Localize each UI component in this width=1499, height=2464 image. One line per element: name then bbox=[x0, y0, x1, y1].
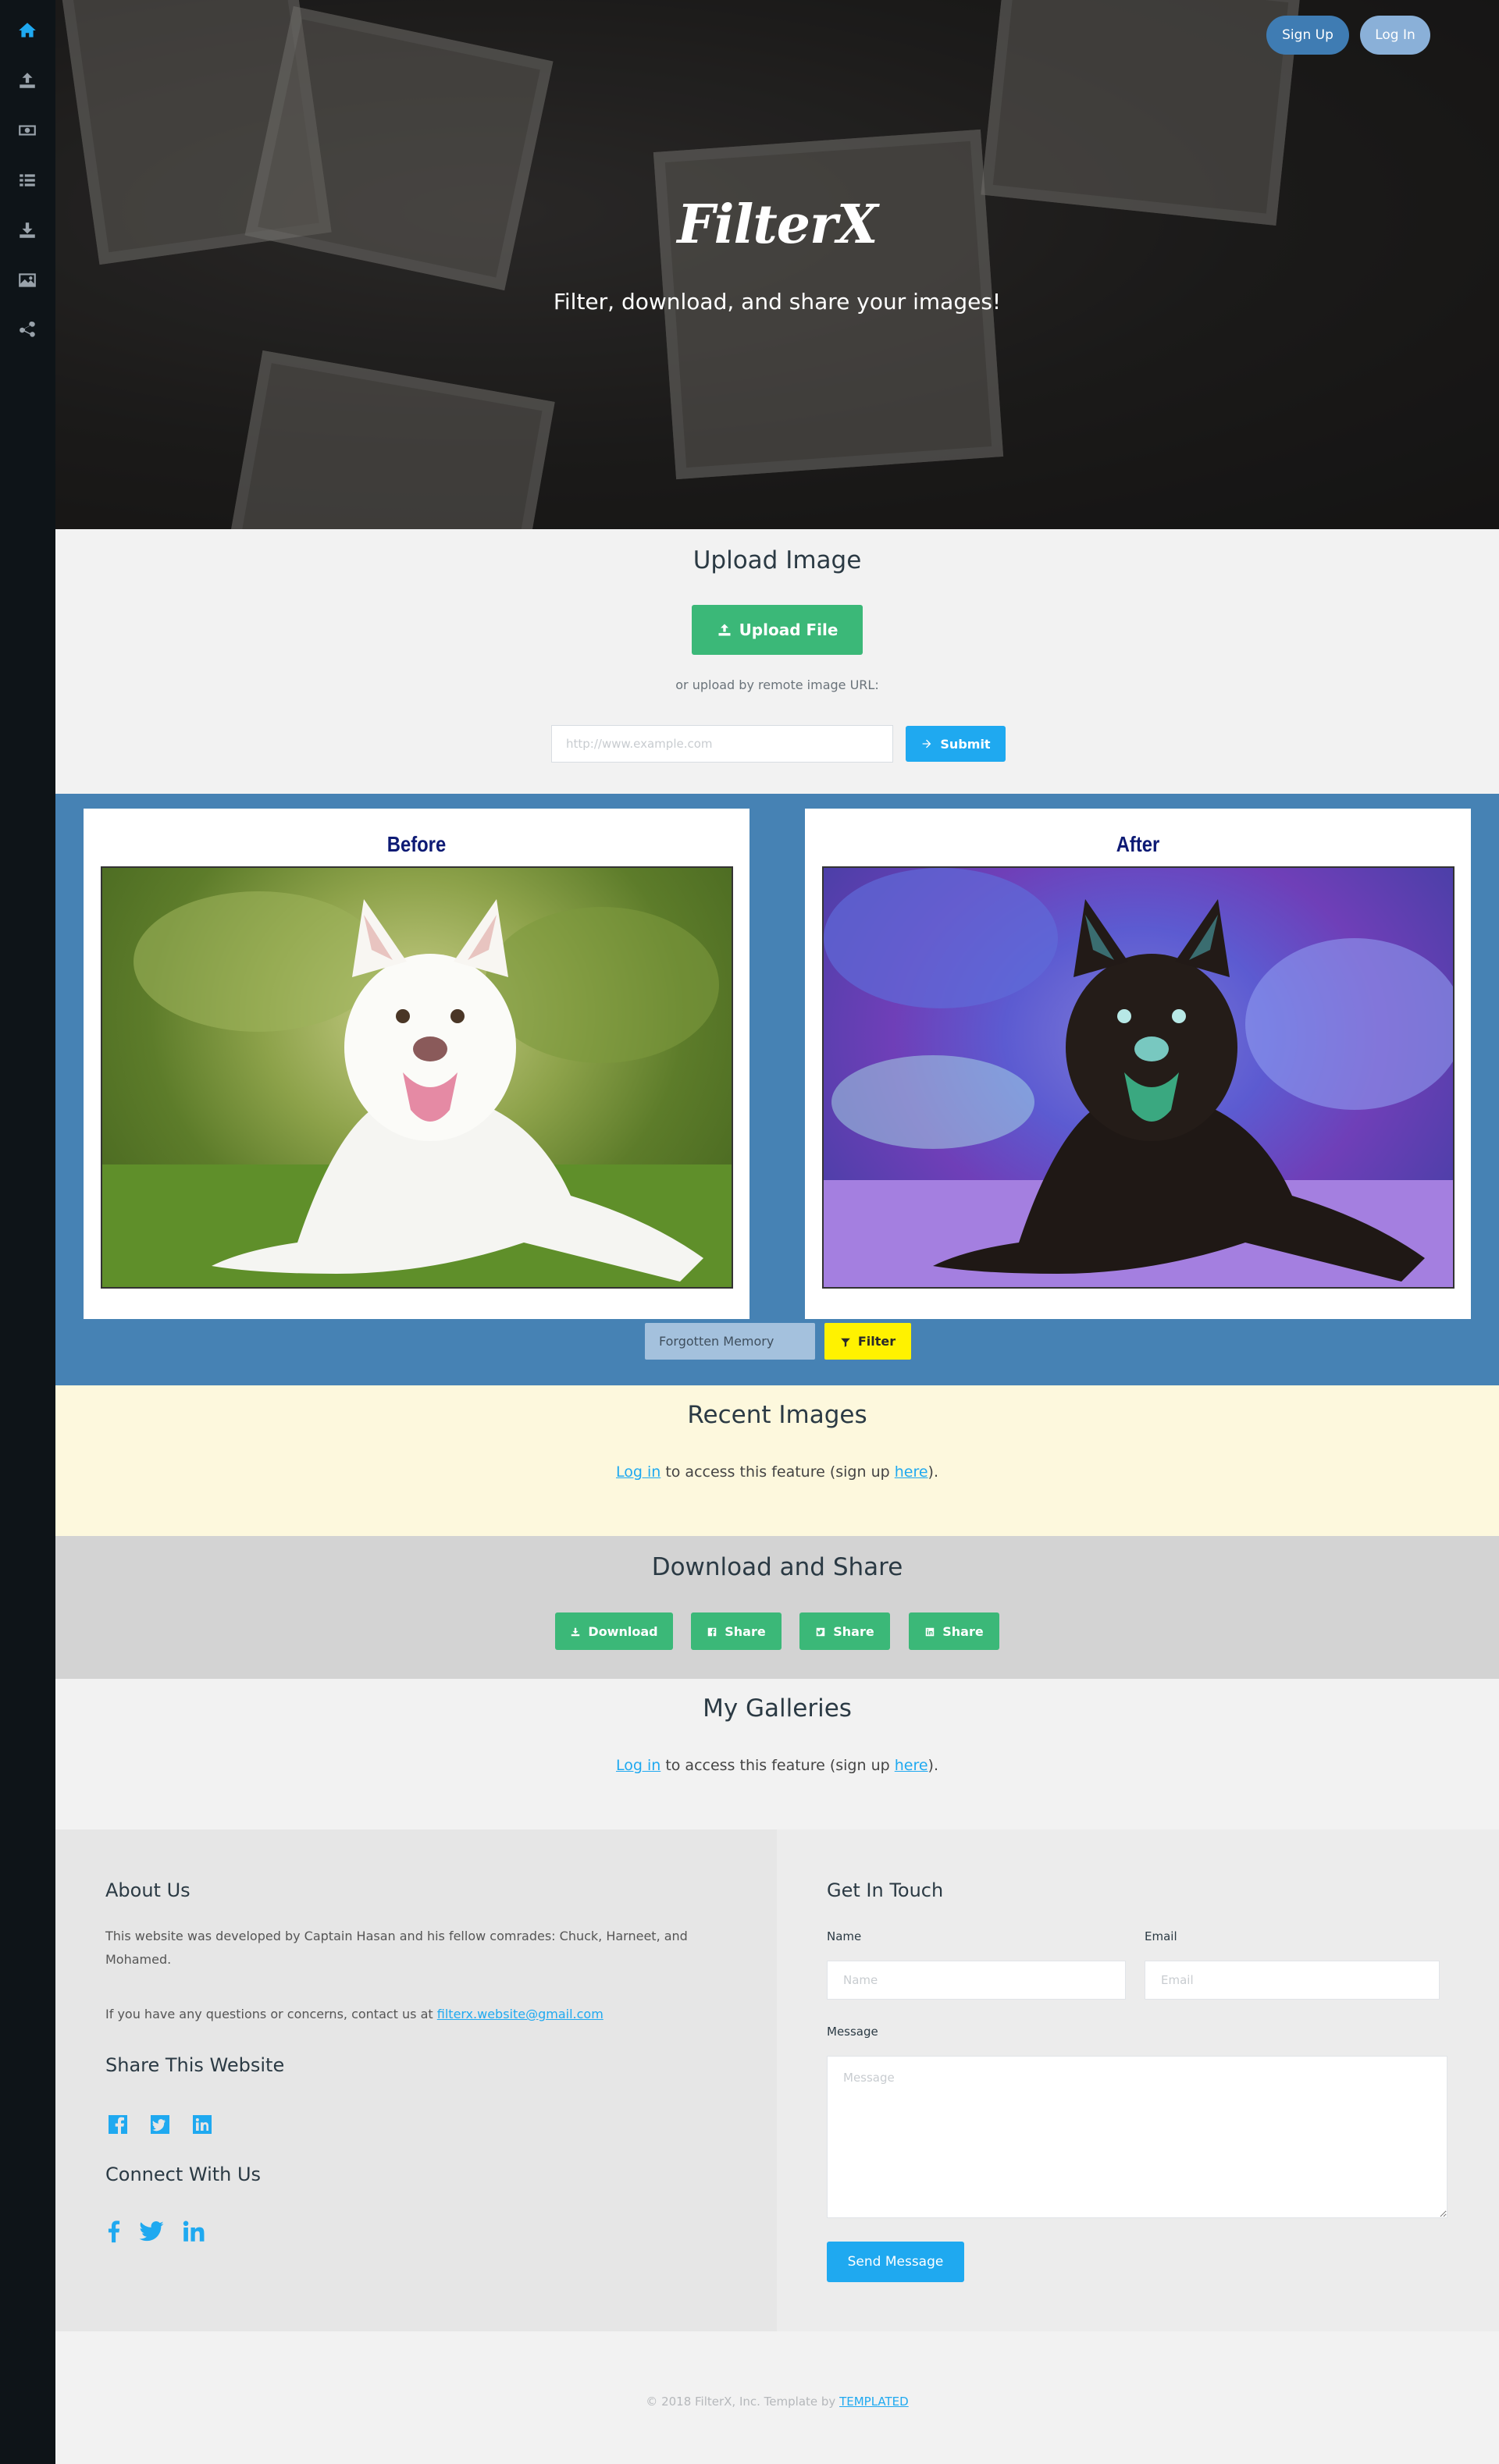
recent-login-link[interactable]: Log in bbox=[616, 1463, 660, 1481]
upload-title: Upload Image bbox=[693, 546, 862, 574]
contact-email-link[interactable]: filterx.website@gmail.com bbox=[437, 2007, 604, 2021]
after-card: After bbox=[805, 809, 1471, 1319]
sidebar bbox=[0, 0, 55, 2464]
after-label: After bbox=[1116, 832, 1160, 856]
filter-button[interactable]: Filter bbox=[824, 1323, 911, 1360]
home-icon[interactable] bbox=[16, 19, 39, 42]
after-image bbox=[822, 866, 1454, 1289]
about-text: This website was developed by Captain Ha… bbox=[105, 1929, 688, 1967]
linkedin-square-icon[interactable] bbox=[190, 2112, 215, 2137]
before-label: Before bbox=[386, 832, 447, 856]
recent-text-end: ). bbox=[928, 1463, 938, 1481]
recent-login-text: Log in to access this feature (sign up h… bbox=[55, 1463, 1499, 1481]
email-input[interactable] bbox=[1145, 1961, 1440, 2000]
templated-link[interactable]: TEMPLATED bbox=[839, 2395, 909, 2409]
hero-subtitle: Filter, download, and share your images! bbox=[553, 289, 1002, 315]
login-button[interactable]: Log In bbox=[1360, 16, 1430, 55]
name-label: Name bbox=[827, 1929, 862, 1943]
facebook-square-icon[interactable] bbox=[105, 2112, 130, 2137]
before-image bbox=[101, 866, 733, 1289]
upload-icon bbox=[717, 622, 732, 638]
url-input[interactable] bbox=[551, 725, 893, 763]
twitter-square-icon[interactable] bbox=[148, 2112, 173, 2137]
filter-section: Before After Forgotten Memory Filter bbox=[55, 794, 1499, 1385]
submit-button[interactable]: Submit bbox=[906, 726, 1006, 762]
contact-prefix: If you have any questions or concerns, c… bbox=[105, 2007, 437, 2021]
upload-note: or upload by remote image URL: bbox=[675, 677, 879, 692]
galleries-text-end: ). bbox=[928, 1757, 938, 1774]
footer-contact: Get In Touch Name Email Message Send Mes… bbox=[777, 1829, 1499, 2331]
download-share-section: Download and Share Download Share Share … bbox=[55, 1536, 1499, 1679]
footer-about: About Us This website was developed by C… bbox=[55, 1829, 777, 2331]
money-icon[interactable] bbox=[16, 119, 39, 142]
twitter-square-icon bbox=[815, 1626, 826, 1637]
my-galleries-section: My Galleries Log in to access this featu… bbox=[55, 1679, 1499, 1829]
galleries-text-middle: to access this feature (sign up bbox=[660, 1757, 895, 1774]
site-logo-title: FilterX bbox=[677, 194, 878, 256]
upload-section: Upload Image Upload File or upload by re… bbox=[55, 529, 1499, 794]
facebook-icon[interactable] bbox=[101, 2218, 127, 2245]
facebook-square-icon bbox=[707, 1626, 717, 1637]
send-message-button[interactable]: Send Message bbox=[827, 2242, 964, 2282]
name-input[interactable] bbox=[827, 1961, 1126, 2000]
filter-select[interactable]: Forgotten Memory bbox=[645, 1323, 815, 1360]
galleries-title: My Galleries bbox=[703, 1694, 852, 1723]
filter-button-label: Filter bbox=[857, 1334, 896, 1349]
recent-title: Recent Images bbox=[687, 1401, 867, 1429]
message-textarea[interactable] bbox=[827, 2056, 1447, 2218]
share-label: Share bbox=[833, 1623, 874, 1639]
linkedin-share-button[interactable]: Share bbox=[909, 1612, 999, 1650]
funnel-icon bbox=[840, 1336, 851, 1347]
galleries-login-text: Log in to access this feature (sign up h… bbox=[55, 1757, 1499, 1774]
before-card: Before bbox=[84, 809, 750, 1319]
upload-file-label: Upload File bbox=[739, 620, 839, 639]
copyright-prefix: © 2018 FilterX, Inc. Template by bbox=[646, 2395, 840, 2409]
share-label: Share bbox=[942, 1623, 984, 1639]
hero-overlay bbox=[55, 0, 1499, 529]
download-label: Download bbox=[588, 1623, 658, 1639]
arrow-right-icon bbox=[920, 738, 933, 750]
contact-text: If you have any questions or concerns, c… bbox=[105, 2003, 707, 2026]
twitter-icon[interactable] bbox=[138, 2218, 165, 2245]
download-icon[interactable] bbox=[16, 219, 39, 242]
list-icon[interactable] bbox=[16, 169, 39, 192]
recent-text-middle: to access this feature (sign up bbox=[660, 1463, 895, 1481]
upload-file-button[interactable]: Upload File bbox=[692, 605, 863, 655]
recent-images-section: Recent Images Log in to access this feat… bbox=[55, 1385, 1499, 1536]
copyright-text: © 2018 FilterX, Inc. Template by TEMPLAT… bbox=[55, 2395, 1499, 2409]
galleries-signup-link[interactable]: here bbox=[895, 1757, 928, 1774]
email-label: Email bbox=[1145, 1929, 1177, 1943]
galleries-login-link[interactable]: Log in bbox=[616, 1757, 660, 1774]
recent-signup-link[interactable]: here bbox=[895, 1463, 928, 1481]
touch-heading: Get In Touch bbox=[827, 1879, 944, 1901]
download-button[interactable]: Download bbox=[555, 1612, 673, 1650]
about-heading: About Us bbox=[105, 1879, 190, 1901]
image-icon[interactable] bbox=[16, 268, 39, 292]
linkedin-icon[interactable] bbox=[180, 2218, 207, 2245]
share-heading: Share This Website bbox=[105, 2054, 285, 2076]
signup-button[interactable]: Sign Up bbox=[1266, 16, 1349, 55]
download-icon bbox=[570, 1626, 581, 1637]
upload-icon[interactable] bbox=[16, 69, 39, 92]
submit-label: Submit bbox=[940, 736, 991, 752]
linkedin-square-icon bbox=[924, 1626, 935, 1637]
download-title: Download and Share bbox=[651, 1553, 903, 1581]
copyright-bar: © 2018 FilterX, Inc. Template by TEMPLAT… bbox=[55, 2331, 1499, 2464]
twitter-share-button[interactable]: Share bbox=[799, 1612, 890, 1650]
connect-heading: Connect With Us bbox=[105, 2164, 262, 2185]
hero-banner: FilterX Filter, download, and share your… bbox=[55, 0, 1499, 529]
message-label: Message bbox=[827, 2025, 878, 2039]
facebook-share-button[interactable]: Share bbox=[691, 1612, 782, 1650]
share-icon[interactable] bbox=[16, 318, 39, 342]
dog-original-illustration bbox=[102, 891, 732, 1287]
dog-filtered-illustration bbox=[824, 868, 1453, 1287]
share-label: Share bbox=[725, 1623, 766, 1639]
